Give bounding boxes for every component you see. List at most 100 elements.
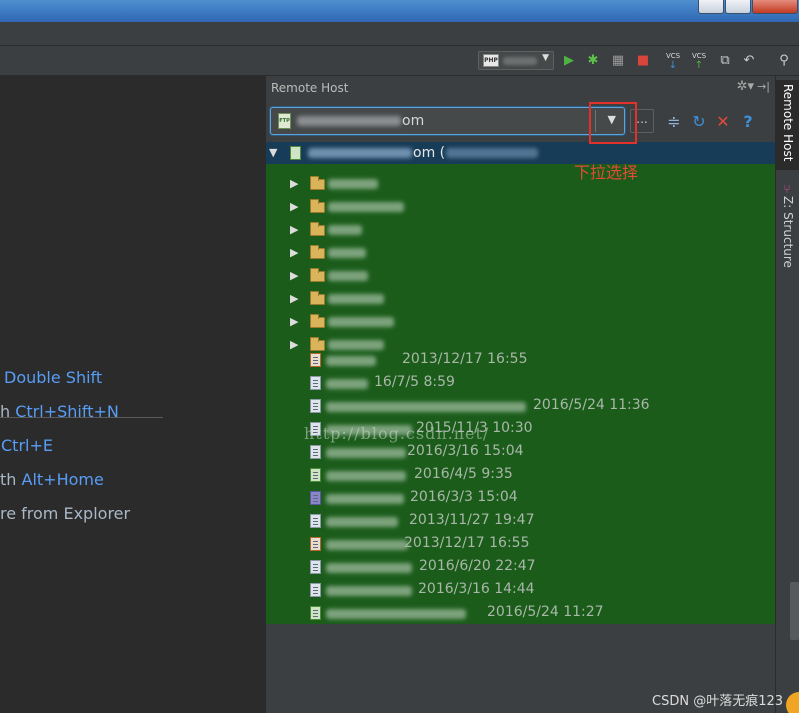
expanded-triangle-icon[interactable]: ▼ (269, 146, 277, 159)
file-name-redacted (326, 563, 412, 573)
ftp-server-icon: FTP (278, 113, 291, 129)
text-file-icon (310, 583, 321, 597)
file-modified-date: 2016/6/20 22:47 (419, 558, 536, 574)
folder-row[interactable]: ▶ (266, 264, 776, 286)
file-modified-date: 2016/3/3 15:04 (410, 489, 518, 505)
ftp-root-icon (290, 146, 301, 160)
collapsed-triangle-icon[interactable]: ▶ (290, 223, 298, 236)
folder-row[interactable]: ▶ (266, 172, 776, 194)
folder-row[interactable]: ▶ (266, 310, 776, 332)
run-icon[interactable]: ▶ (560, 52, 578, 70)
hint-recent-files: Ctrl+E (1, 436, 53, 455)
menu-bar (0, 22, 799, 46)
search-icon[interactable]: ⚲ (775, 52, 793, 70)
collapsed-triangle-icon[interactable]: ▶ (290, 200, 298, 213)
tree-root-row[interactable]: ▼ om ( (266, 142, 776, 164)
refresh-icon[interactable]: ↻ (689, 112, 709, 132)
hint-navigation-bar: th Alt+Home (0, 470, 104, 489)
file-modified-date: 16/7/5 8:59 (374, 374, 455, 390)
file-modified-date: 2013/12/17 16:55 (402, 351, 528, 367)
collapsed-triangle-icon[interactable]: ▶ (290, 177, 298, 190)
file-row[interactable]: 2016/5/24 11:27 (266, 602, 776, 624)
file-row[interactable]: 2016/3/16 14:44 (266, 579, 776, 601)
vcs-update-icon[interactable]: VCS ↓ (664, 52, 682, 71)
folder-icon (310, 268, 325, 282)
hint-search-everywhere: Double Shift (4, 368, 103, 387)
folder-row[interactable]: ▶ (266, 218, 776, 240)
file-row[interactable]: 2013/11/27 19:47 (266, 510, 776, 532)
vertical-scrollbar[interactable] (790, 582, 799, 640)
coverage-icon[interactable]: ▦ (609, 52, 627, 70)
server-name-suffix: om (402, 113, 425, 129)
tab-structure[interactable]: ⑂ Z: Structure (776, 180, 799, 276)
file-row[interactable]: 2016/5/24 11:36 (266, 395, 776, 417)
text-file-icon (310, 399, 321, 413)
file-name-redacted (326, 379, 368, 389)
collapse-all-icon[interactable]: ≑ (664, 112, 684, 132)
maximize-button[interactable] (725, 0, 751, 14)
folder-icon (310, 222, 325, 236)
file-row[interactable]: 2016/4/5 9:35 (266, 464, 776, 486)
file-row[interactable]: 2013/12/17 16:55 (266, 533, 776, 555)
folder-icon (310, 245, 325, 259)
php-file-icon: PHP (483, 54, 499, 67)
dropdown-annotation: 下拉选择 (574, 163, 639, 182)
file-modified-date: 2016/4/5 9:35 (414, 466, 513, 482)
run-configuration-name (503, 57, 537, 65)
folder-name-redacted (328, 248, 366, 258)
html-file-icon (310, 606, 321, 620)
file-name-redacted (326, 494, 404, 504)
folder-row[interactable]: ▶ (266, 241, 776, 263)
debug-icon[interactable]: ✱ (584, 52, 602, 70)
vcs-history-icon[interactable]: ⧉ (716, 52, 734, 70)
editor-welcome-area: Double Shift h Ctrl+Shift+N Ctrl+E th Al… (0, 76, 265, 713)
collapsed-triangle-icon[interactable]: ▶ (290, 315, 298, 328)
file-row[interactable]: 2016/3/3 15:04 (266, 487, 776, 509)
collapsed-triangle-icon[interactable]: ▶ (290, 246, 298, 259)
folder-icon (310, 291, 325, 305)
revert-icon[interactable]: ↶ (740, 52, 758, 70)
file-row[interactable]: 2013/12/17 16:55 (266, 349, 776, 371)
folder-name-redacted (328, 179, 378, 189)
disconnect-icon[interactable]: ✕ (713, 112, 733, 132)
root-host-redacted (446, 148, 538, 158)
folder-row[interactable]: ▶ (266, 287, 776, 309)
folder-row[interactable]: ▶ (266, 195, 776, 217)
collapsed-triangle-icon[interactable]: ▶ (290, 292, 298, 305)
panel-header: Remote Host ✲▾ →| (266, 76, 776, 100)
text-file-icon (310, 514, 321, 528)
structure-icon: ⑂ (781, 184, 795, 196)
run-configuration-select[interactable]: PHP ▼ (478, 51, 554, 70)
server-name-redacted (297, 116, 401, 126)
watermark-text: http://blog.csdn.net/ (304, 424, 490, 443)
help-icon[interactable]: ? (738, 112, 758, 132)
folder-icon (310, 314, 325, 328)
php-file-icon (310, 491, 321, 505)
tab-remote-host[interactable]: Remote Host (776, 80, 799, 170)
minimize-button[interactable] (698, 0, 724, 14)
hide-panel-icon[interactable]: →| (757, 80, 770, 93)
hint-go-to-file: h Ctrl+Shift+N (0, 402, 119, 421)
file-name-redacted (326, 517, 398, 527)
collapsed-triangle-icon[interactable]: ▶ (290, 269, 298, 282)
text-file-icon (310, 445, 321, 459)
file-modified-date: 2013/12/17 16:55 (404, 535, 530, 551)
file-name-redacted (326, 471, 406, 481)
folder-icon (310, 176, 325, 190)
csdn-credit: CSDN @叶落无痕123 (652, 694, 784, 709)
file-row[interactable]: 2016/3/16 15:04 (266, 441, 776, 463)
file-name-redacted (326, 609, 466, 619)
stop-icon[interactable]: ■ (634, 52, 652, 70)
vcs-commit-icon[interactable]: VCS ↑ (690, 52, 708, 71)
text-file-icon (310, 560, 321, 574)
ide-window: PHP ▼ ▶ ✱ ▦ ■ VCS ↓ VCS ↑ ⧉ ↶ ⚲ Double Shi… (0, 0, 799, 713)
text-file-icon (310, 376, 321, 390)
folder-name-redacted (328, 317, 394, 327)
close-window-button[interactable] (752, 0, 798, 14)
server-select[interactable]: FTP om ▼ (270, 107, 625, 135)
folder-name-redacted (328, 225, 362, 235)
gear-icon[interactable]: ✲▾ (737, 79, 754, 94)
file-row[interactable]: 2016/6/20 22:47 (266, 556, 776, 578)
main-toolbar: PHP ▼ ▶ ✱ ▦ ■ VCS ↓ VCS ↑ ⧉ ↶ ⚲ (0, 46, 799, 76)
file-row[interactable]: 16/7/5 8:59 (266, 372, 776, 394)
